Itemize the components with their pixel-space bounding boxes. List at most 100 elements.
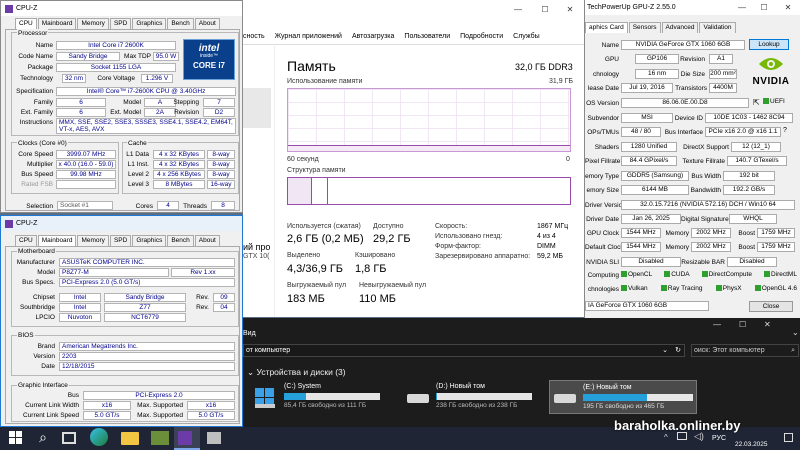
gpuz-maximize-button[interactable]: ☐ xyxy=(757,0,771,15)
tm-maximize-button[interactable]: ☐ xyxy=(538,2,552,17)
inuse-value: 2,6 ГБ (0,2 МБ) xyxy=(287,233,364,245)
cores: 4 xyxy=(157,201,179,210)
language-indicator[interactable]: РУС xyxy=(712,435,726,442)
raytracing-item: Ray Tracing xyxy=(660,285,703,292)
tm-sidebar-text-1: ий про xyxy=(243,242,271,252)
tab-graphics[interactable]: Graphics xyxy=(132,18,167,29)
ratedfsb-label: Rated FSB xyxy=(21,181,53,188)
tab-memory[interactable]: Memory xyxy=(77,18,109,29)
l2-way: 8-way xyxy=(207,170,235,179)
memory-title: Память xyxy=(287,58,336,74)
lookup-button[interactable]: Lookup xyxy=(749,39,789,50)
chipset-rev: 09 xyxy=(213,293,235,302)
rbar: Disabled xyxy=(727,257,777,267)
tab2-graphics[interactable]: Graphics xyxy=(132,235,167,246)
gpuz-minimize-button[interactable]: — xyxy=(735,0,749,15)
cpuz-titlebar[interactable]: CPU-Z xyxy=(1,1,242,16)
directml-item: DirectML xyxy=(763,271,797,278)
gpuz-tab-graphics-card[interactable]: aphics Card xyxy=(585,22,628,33)
multiplier-label: Multiplier xyxy=(26,161,53,168)
tab2-mainboard[interactable]: Mainboard xyxy=(37,235,77,246)
section-header[interactable]: ⌄ Устройства и диски (3) xyxy=(247,367,346,378)
notification-icon[interactable] xyxy=(784,433,793,442)
tab2-memory[interactable]: Memory xyxy=(77,235,109,246)
tm-tab-performance[interactable]: сность xyxy=(243,31,270,44)
reserved-value: 59,2 МБ xyxy=(537,253,563,260)
edge-icon[interactable] xyxy=(90,428,108,446)
usage-label: Использование памяти xyxy=(287,78,363,85)
corespeed: 3999.07 MHz xyxy=(56,150,116,159)
tab2-bench[interactable]: Bench xyxy=(167,235,194,246)
manufacturer-label: Manufacturer xyxy=(16,259,55,266)
directx: 12 (12_1) xyxy=(731,142,781,152)
app-taskbar-icon[interactable] xyxy=(151,431,169,445)
drive-e[interactable]: (E:) Новый том 195 ГБ свободно из 465 ГБ xyxy=(549,380,697,414)
address-chevron-icon[interactable]: ⌄ xyxy=(662,345,668,356)
gpuz-close-button[interactable]: ✕ xyxy=(781,0,795,15)
gpuz-tab-advanced[interactable]: Advanced xyxy=(661,22,699,33)
close-button[interactable]: Close xyxy=(749,301,793,312)
cpuz2-titlebar[interactable]: CPU-Z xyxy=(1,216,242,231)
tm-close-button[interactable]: ✕ xyxy=(563,2,577,17)
tab2-cpu[interactable]: CPU xyxy=(15,235,37,246)
tab-spd[interactable]: SPD xyxy=(109,18,132,29)
memory-structure-bar xyxy=(287,177,571,205)
l3-label: Level 3 xyxy=(128,181,149,188)
tab-about[interactable]: About xyxy=(194,18,220,29)
drive-c[interactable]: (C:) System 85,4 ГБ свободно из 111 ГБ xyxy=(253,382,393,414)
tm-titlebar[interactable] xyxy=(243,0,588,28)
explorer-min-icon[interactable]: — xyxy=(713,320,721,329)
address-bar[interactable]: от компьютер ⌄ ↻ xyxy=(243,344,685,357)
uefi-checkbox: UEFI xyxy=(763,98,785,105)
tm-tab-app-history[interactable]: Журнал приложений xyxy=(270,31,347,44)
explorer-chevron-icon[interactable]: ⌄ xyxy=(792,328,799,337)
search-taskbar-icon[interactable]: ⌕ xyxy=(34,428,52,446)
volume-icon[interactable]: ◁) xyxy=(694,431,704,442)
intel-core: CORE i7 xyxy=(192,61,225,70)
search-input[interactable]: оиск: Этот компьютер xyxy=(694,347,765,354)
explorer-max-icon[interactable]: ☐ xyxy=(739,320,746,329)
tab-cpu[interactable]: CPU xyxy=(15,18,37,29)
tab-bench[interactable]: Bench xyxy=(167,18,194,29)
tab-mainboard[interactable]: Mainboard xyxy=(37,18,77,29)
refresh-icon[interactable]: ↻ xyxy=(675,345,681,356)
network-icon[interactable] xyxy=(677,432,687,440)
selection-dropdown[interactable]: Socket #1 xyxy=(57,201,113,210)
tm-tab-details[interactable]: Подробности xyxy=(455,31,508,44)
lpcio-label: LPCIO xyxy=(35,314,55,321)
tab2-spd[interactable]: SPD xyxy=(109,235,132,246)
gpu-select-dropdown[interactable]: IA GeForce GTX 1060 6GB xyxy=(585,301,709,311)
tm-sidebar-selected[interactable] xyxy=(243,88,271,128)
tab2-about[interactable]: About xyxy=(194,235,220,246)
taskview-icon[interactable] xyxy=(62,432,76,444)
explorer-menu[interactable]: Вид xyxy=(243,330,256,337)
address-text: от компьютер xyxy=(246,347,291,354)
gpuz-tab-validation[interactable]: Validation xyxy=(699,22,736,33)
digsig: WHQL xyxy=(729,214,777,224)
explorer-taskbar-icon[interactable] xyxy=(121,432,139,445)
tm-tab-services[interactable]: Службы xyxy=(508,31,545,44)
rbar-label: Resizable BAR xyxy=(681,259,725,266)
tm-minimize-button[interactable]: — xyxy=(511,2,525,17)
drive-d[interactable]: (D:) Новый том 238 ГБ свободно из 238 ГБ xyxy=(405,382,545,414)
drive-e-name: (E:) Новый том xyxy=(583,384,632,391)
ratedfsb xyxy=(56,180,116,189)
tm-tab-startup[interactable]: Автозагрузка xyxy=(347,31,399,44)
drive-c-bar xyxy=(284,393,380,400)
rops: 48 / 80 xyxy=(621,127,661,137)
drive-d-name: (D:) Новый том xyxy=(436,383,485,390)
start-button[interactable] xyxy=(9,431,23,445)
version-label: Version xyxy=(33,353,55,360)
l1d-way: 8-way xyxy=(207,150,235,159)
tray-chevron-icon[interactable]: ^ xyxy=(664,433,668,442)
search-box[interactable]: оиск: Этот компьютер ⌕ xyxy=(691,344,799,357)
share-icon[interactable]: ⇱ xyxy=(753,98,760,107)
bus-help-icon[interactable]: ? xyxy=(783,127,787,134)
defmem: 2002 MHz xyxy=(691,242,731,252)
clock-date[interactable]: 22.03.2025 xyxy=(735,441,768,448)
taskmgr-taskbar-icon[interactable] xyxy=(207,432,221,444)
gpuz-tab-sensors[interactable]: Sensors xyxy=(628,22,661,33)
tm-tab-users[interactable]: Пользователи xyxy=(399,31,455,44)
nvidia-logo: NVIDIA xyxy=(747,54,795,94)
explorer-close-icon[interactable]: ✕ xyxy=(764,320,771,329)
